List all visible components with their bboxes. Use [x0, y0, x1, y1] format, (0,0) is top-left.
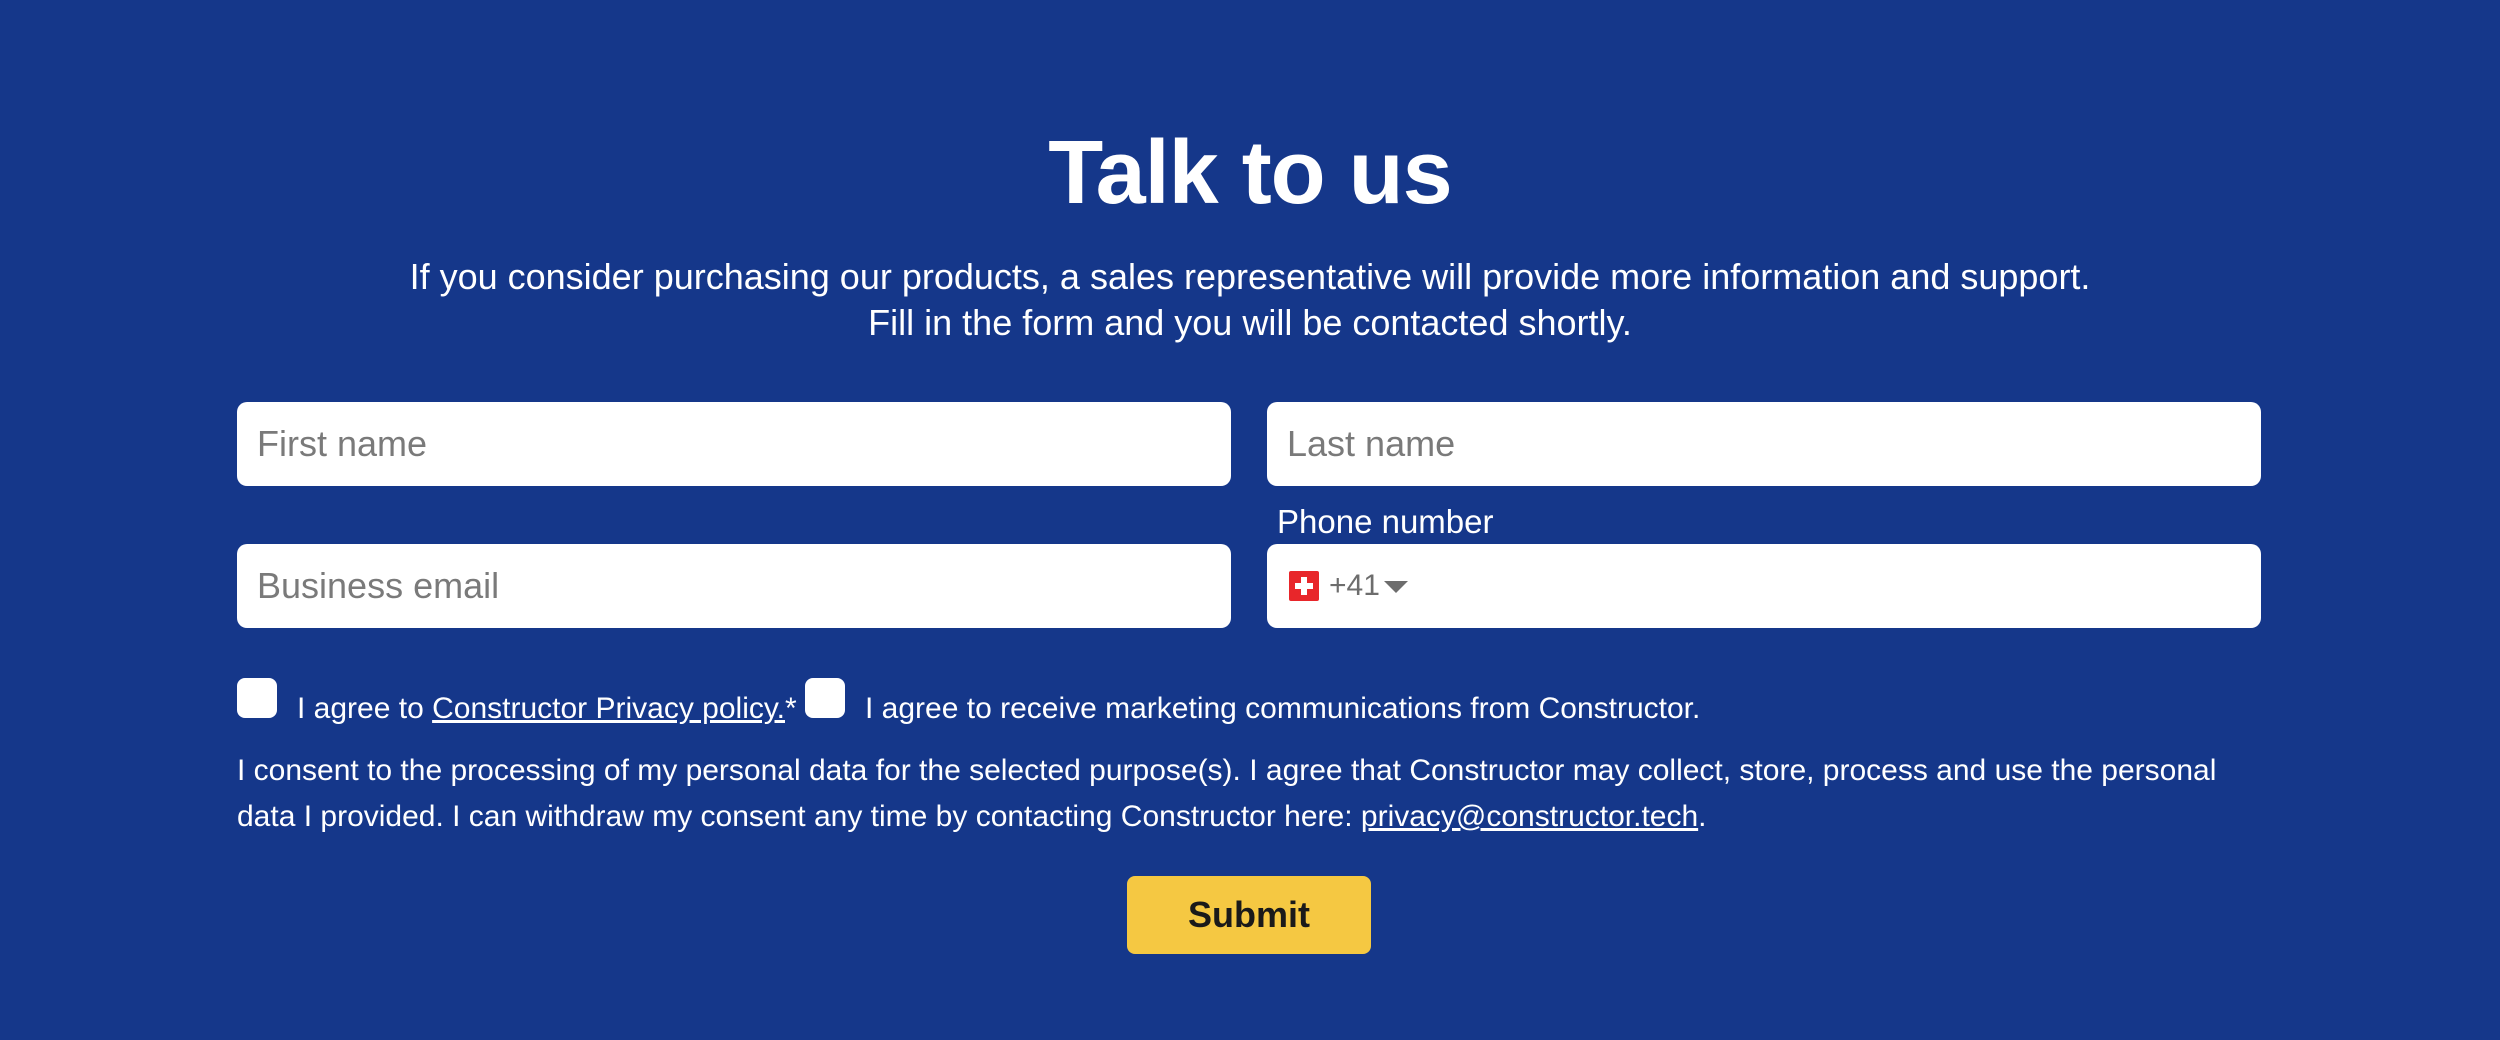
phone-number-label: Phone number — [1277, 503, 1494, 540]
contact-section: Talk to us If you consider purchasing ou… — [0, 0, 2500, 1040]
privacy-consent-row: I agree to Constructor Privacy policy.* — [237, 664, 797, 734]
submit-button[interactable]: Submit — [1127, 876, 1371, 954]
first-name-field — [237, 402, 1231, 486]
last-name-field — [1267, 402, 2261, 486]
subtitle-line-2: Fill in the form and you will be contact… — [868, 302, 1632, 343]
business-email-field — [237, 544, 1231, 628]
business-email-input[interactable] — [237, 544, 1231, 628]
dial-code: +41 — [1329, 569, 1380, 602]
privacy-policy-label: I agree to Constructor Privacy policy.* — [297, 684, 797, 734]
page-title: Talk to us — [1048, 123, 1452, 223]
marketing-consent-row: I agree to receive marketing communicati… — [805, 664, 1700, 734]
consent-end: . — [1698, 800, 1707, 833]
first-name-input[interactable] — [237, 402, 1231, 486]
subtitle-line-1: If you consider purchasing our products,… — [409, 256, 2091, 297]
caret-down-icon — [1383, 581, 1408, 593]
privacy-prefix: I agree to — [297, 692, 433, 725]
consent-text: I consent to the processing of my person… — [237, 748, 2277, 840]
privacy-policy-link[interactable]: Constructor Privacy policy. — [432, 692, 785, 725]
consent-body: I consent to the processing of my person… — [237, 754, 2217, 833]
phone-number-field: +41 — [1267, 544, 2261, 628]
phone-number-input[interactable] — [1413, 544, 2261, 628]
marketing-label: I agree to receive marketing communicati… — [865, 692, 1701, 725]
privacy-email-link[interactable]: privacy@constructor.tech — [1361, 800, 1698, 833]
last-name-input[interactable] — [1267, 402, 2261, 486]
marketing-checkbox[interactable] — [805, 678, 845, 718]
country-code-select[interactable]: +41 — [1267, 544, 1414, 628]
privacy-policy-checkbox[interactable] — [237, 678, 277, 718]
required-asterisk: * — [784, 692, 797, 725]
switzerland-flag-icon — [1289, 571, 1319, 601]
